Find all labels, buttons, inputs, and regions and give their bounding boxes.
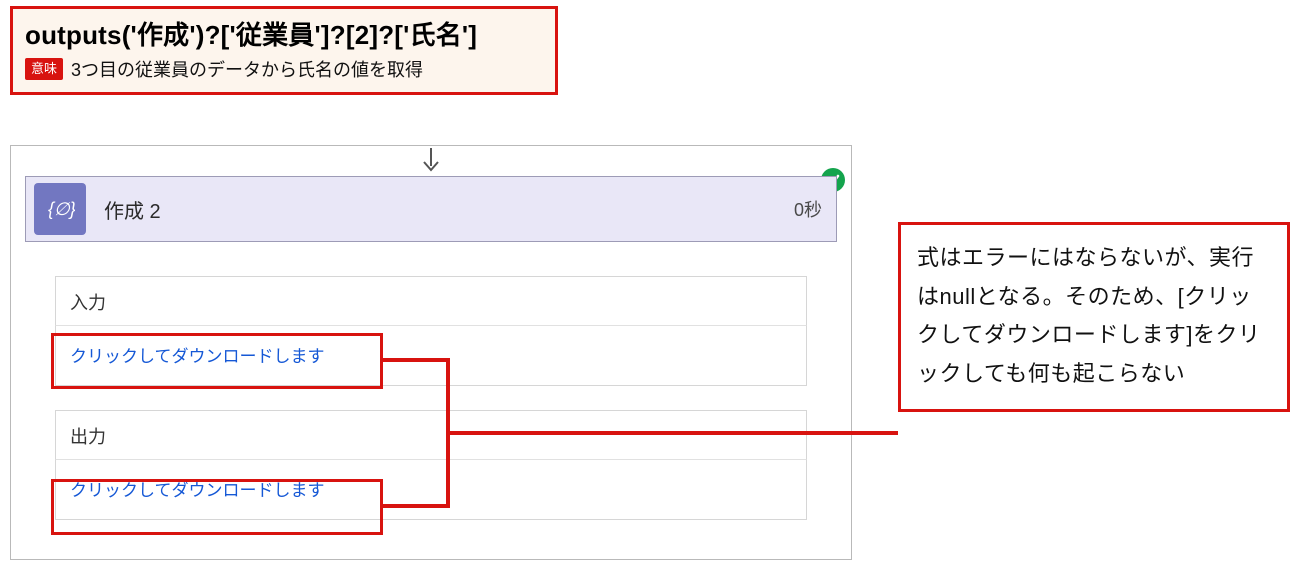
expression-box: outputs('作成')?['従業員']?[2]?['氏名'] 意味 3つ目の… <box>10 6 558 95</box>
action-card-duration: 0秒 <box>794 196 822 222</box>
expression-code: outputs('作成')?['従業員']?[2]?['氏名'] <box>25 15 543 52</box>
flow-run-panel: {∅} 作成 2 0秒 入力 クリックしてダウンロードします 出力 クリックして… <box>10 145 852 560</box>
annotation-text: 式はエラーにはならないが、実行はnullとなる。そのため、[クリックしてダウンロ… <box>917 239 1271 393</box>
action-card[interactable]: {∅} 作成 2 0秒 <box>25 176 837 242</box>
action-card-title: 作成 2 <box>104 195 794 224</box>
input-section: 入力 クリックしてダウンロードします <box>55 276 807 386</box>
expression-meaning-row: 意味 3つ目の従業員のデータから氏名の値を取得 <box>25 56 543 82</box>
input-label: 入力 <box>55 276 807 326</box>
output-section: 出力 クリックしてダウンロードします <box>55 410 807 520</box>
io-sections: 入力 クリックしてダウンロードします 出力 クリックしてダウンロードします <box>55 276 807 544</box>
output-label: 出力 <box>55 410 807 460</box>
output-download-link[interactable]: クリックしてダウンロードします <box>70 481 325 500</box>
svg-text:{∅}: {∅} <box>48 199 75 219</box>
annotation-callout: 式はエラーにはならないが、実行はnullとなる。そのため、[クリックしてダウンロ… <box>898 222 1290 412</box>
input-link-row: クリックしてダウンロードします <box>55 326 807 386</box>
output-link-row: クリックしてダウンロードします <box>55 460 807 520</box>
data-operation-icon: {∅} <box>34 183 86 235</box>
flow-arrow-down-icon <box>421 148 441 176</box>
meaning-badge: 意味 <box>25 58 63 80</box>
input-download-link[interactable]: クリックしてダウンロードします <box>70 347 325 366</box>
meaning-text: 3つ目の従業員のデータから氏名の値を取得 <box>71 56 423 82</box>
